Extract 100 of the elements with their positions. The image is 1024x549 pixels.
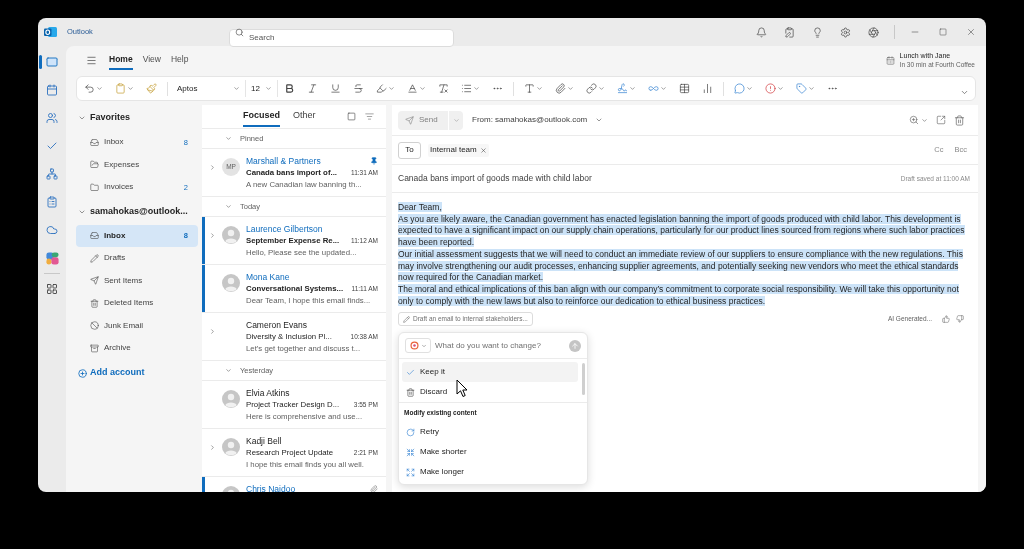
- zoom-icon[interactable]: [909, 115, 919, 125]
- chevron-icon[interactable]: [225, 203, 232, 210]
- settings-icon[interactable]: [839, 26, 851, 38]
- ribbon-tab[interactable]: View: [142, 50, 161, 70]
- filter-icon[interactable]: [365, 112, 374, 121]
- caret-icon[interactable]: [598, 85, 605, 92]
- chevron-icon[interactable]: [225, 135, 232, 142]
- highlighter-icon[interactable]: [376, 83, 387, 94]
- tag-icon[interactable]: [796, 83, 807, 94]
- remove-icon[interactable]: [479, 146, 487, 154]
- submit-button[interactable]: [569, 339, 581, 352]
- chevron-icon[interactable]: [209, 328, 216, 335]
- chevron-icon[interactable]: [209, 444, 216, 451]
- font-dropdown[interactable]: Aptos: [172, 80, 246, 97]
- ribbon-tab[interactable]: Help: [170, 50, 189, 70]
- inbox-tab[interactable]: Focused: [243, 106, 280, 127]
- search-field[interactable]: Search: [229, 28, 454, 47]
- caret-icon[interactable]: [921, 116, 928, 124]
- caret-icon[interactable]: [746, 85, 753, 92]
- link-icon[interactable]: [586, 83, 597, 94]
- popout-icon[interactable]: [936, 115, 946, 125]
- bell-icon[interactable]: [755, 26, 767, 38]
- from-selector[interactable]: From: samahokas@outlook.com: [472, 114, 604, 126]
- clipboard-icon[interactable]: [115, 83, 126, 94]
- text-style-icon[interactable]: [524, 83, 535, 94]
- font-size-dropdown[interactable]: 12: [246, 80, 278, 97]
- add-account-button[interactable]: Add account: [66, 359, 200, 387]
- caret-icon[interactable]: [265, 85, 272, 92]
- caret-icon[interactable]: [536, 85, 543, 92]
- scrollbar[interactable]: [582, 363, 585, 396]
- section-header[interactable]: Favorites: [66, 105, 200, 131]
- folder-item[interactable]: Junk Email: [76, 314, 198, 337]
- maximize-icon[interactable]: [939, 28, 947, 36]
- thumbs-down-icon[interactable]: [956, 315, 964, 324]
- aperture-icon[interactable]: [867, 26, 879, 38]
- folder-item[interactable]: Archive: [76, 337, 198, 360]
- caret-icon[interactable]: [660, 85, 667, 92]
- caret-icon[interactable]: [629, 85, 636, 92]
- clipboard-list-icon[interactable]: [46, 196, 58, 208]
- strikethrough-icon[interactable]: [353, 83, 364, 94]
- folder-item[interactable]: Drafts: [76, 247, 198, 270]
- menu-item[interactable]: Make longer: [402, 462, 578, 483]
- menu-item[interactable]: Retry: [402, 422, 578, 443]
- paintbrush-icon[interactable]: [146, 83, 157, 94]
- menu-item[interactable]: Keep it: [402, 362, 578, 383]
- multicolor-logo-icon[interactable]: [45, 251, 59, 265]
- chevron-icon[interactable]: [225, 367, 232, 374]
- alert-icon[interactable]: [765, 83, 776, 94]
- inbox-tab[interactable]: Other: [293, 106, 316, 127]
- lightbulb-icon[interactable]: [811, 26, 823, 38]
- calendar-icon[interactable]: [46, 84, 58, 96]
- mail-icon[interactable]: [46, 56, 58, 68]
- network-icon[interactable]: [46, 168, 58, 180]
- caret-icon[interactable]: [388, 85, 395, 92]
- caret-icon[interactable]: [419, 85, 426, 92]
- caret-icon[interactable]: [233, 85, 240, 92]
- chevron-icon[interactable]: [209, 232, 216, 239]
- section-header[interactable]: samahokas@outlook...: [66, 198, 200, 225]
- caret-icon[interactable]: [127, 85, 134, 92]
- clipboard-pen-icon[interactable]: [783, 26, 795, 38]
- bold-icon[interactable]: [284, 83, 295, 94]
- menu-icon[interactable]: [86, 54, 97, 66]
- caret-icon[interactable]: [808, 85, 815, 92]
- list-icon[interactable]: [461, 83, 472, 94]
- ring-menu-button[interactable]: [405, 338, 431, 354]
- clear-formatting-icon[interactable]: [438, 83, 449, 94]
- select-checkbox-icon[interactable]: [347, 112, 356, 121]
- table-icon[interactable]: [679, 83, 690, 94]
- cloud-icon[interactable]: [46, 224, 58, 236]
- chevron-icon[interactable]: [960, 88, 969, 97]
- check-icon[interactable]: [46, 140, 58, 152]
- recipient-chip[interactable]: Internal team: [428, 143, 489, 157]
- subject-field[interactable]: Canada bans import of goods made with child labor: [398, 172, 592, 185]
- caret-icon[interactable]: [473, 85, 480, 92]
- signature-icon[interactable]: [617, 83, 628, 94]
- undo-icon[interactable]: [84, 83, 95, 94]
- underline-icon[interactable]: [330, 83, 341, 94]
- folder-item[interactable]: Sent Items: [76, 269, 198, 292]
- folder-item[interactable]: Expenses: [76, 153, 198, 176]
- infinity-icon[interactable]: [648, 83, 659, 94]
- bar-chart-icon[interactable]: [702, 83, 713, 94]
- close-icon[interactable]: [966, 27, 976, 37]
- trash-icon[interactable]: [954, 114, 965, 126]
- folder-item[interactable]: Deleted Items: [76, 292, 198, 315]
- caret-icon[interactable]: [96, 85, 103, 92]
- message-item[interactable]: Chris Naidoo: [202, 477, 386, 492]
- chevron-icon[interactable]: [78, 114, 86, 122]
- thumbs-up-icon[interactable]: [942, 315, 950, 324]
- menu-item[interactable]: Make shorter: [402, 442, 578, 463]
- grid-icon[interactable]: [46, 283, 58, 295]
- chevron-icon[interactable]: [209, 164, 216, 171]
- italic-icon[interactable]: [307, 83, 318, 94]
- font-color-icon[interactable]: [407, 83, 418, 94]
- caret-icon[interactable]: [567, 85, 574, 92]
- caret-icon[interactable]: [777, 85, 784, 92]
- ribbon-tab[interactable]: Home: [109, 50, 133, 70]
- menu-item[interactable]: Discard: [402, 382, 578, 403]
- to-button[interactable]: To: [398, 141, 421, 159]
- comment-icon[interactable]: [734, 83, 745, 94]
- prompt-input[interactable]: What do you want to change?: [435, 338, 565, 354]
